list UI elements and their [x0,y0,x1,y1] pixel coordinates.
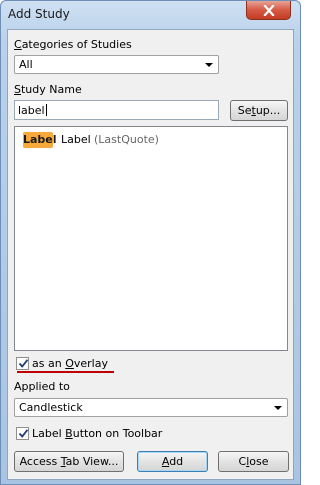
chevron-down-icon [274,406,282,410]
check-icon [18,429,29,438]
access-tab-view-button[interactable]: Access Tab View... [14,451,124,472]
add-study-dialog: Add Study Categories of Studies All Stud… [0,0,301,485]
overlay-label[interactable]: as an Overlay [32,357,108,370]
toolbar-button-label[interactable]: Label Button on Toolbar [32,427,162,440]
close-icon [262,4,275,16]
toolbar-button-checkbox[interactable] [16,427,29,440]
categories-selected: All [19,58,33,71]
chevron-down-icon [205,63,213,67]
applied-to-dropdown[interactable]: Candlestick [14,398,288,417]
dialog-body: Categories of Studies All Study Name lab… [7,29,294,480]
window-close-button[interactable] [246,1,291,20]
study-name-value: label [18,104,45,117]
categories-label: Categories of Studies [14,38,132,51]
applied-to-selected: Candlestick [19,401,83,414]
study-name-label: Study Name [14,83,82,96]
categories-dropdown[interactable]: All [14,55,219,74]
overlay-highlight-underline [17,371,114,373]
studies-list[interactable]: Label Label (LastQuote) [14,126,288,351]
overlay-checkbox[interactable] [16,357,29,370]
window-title: Add Study [8,7,70,21]
text-caret [45,104,47,116]
study-source: (LastQuote) [94,133,159,146]
applied-to-label: Applied to [14,380,70,393]
check-icon [18,359,29,368]
study-name: Label [61,133,91,146]
study-badge: Label [23,132,57,148]
title-bar[interactable]: Add Study [1,1,300,28]
close-button[interactable]: Close [218,451,289,472]
setup-button[interactable]: Setup... [230,100,288,121]
study-name-input[interactable]: label [14,100,219,120]
add-button[interactable]: Add [137,451,208,472]
